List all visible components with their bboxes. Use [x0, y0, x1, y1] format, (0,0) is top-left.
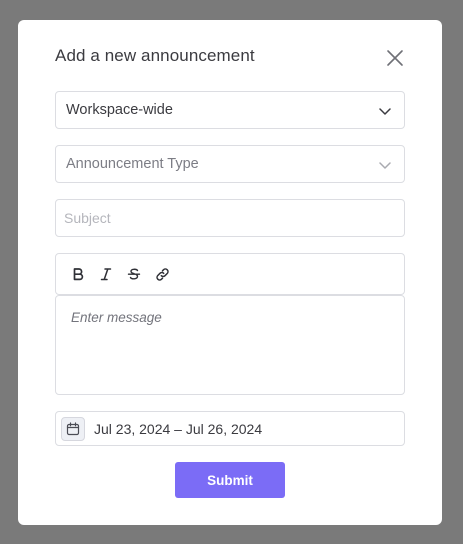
chevron-down-icon [379, 162, 391, 169]
calendar-icon [66, 421, 80, 435]
close-icon [387, 50, 403, 66]
announcement-type-select[interactable]: Announcement Type [55, 145, 405, 183]
submit-button[interactable]: Submit [175, 462, 285, 498]
link-icon [155, 267, 169, 281]
chevron-down-icon [379, 108, 391, 115]
scope-select-value: Workspace-wide [66, 102, 173, 118]
calendar-button[interactable] [61, 416, 85, 441]
date-range-value: Jul 23, 2024 – Jul 26, 2024 [94, 420, 263, 437]
editor-toolbar [55, 253, 405, 295]
bold-button[interactable] [66, 262, 90, 286]
scope-select[interactable]: Workspace-wide [55, 91, 405, 129]
subject-input[interactable] [55, 199, 405, 237]
italic-icon [100, 268, 112, 281]
message-editor[interactable] [55, 295, 405, 395]
announcement-type-placeholder: Announcement Type [66, 156, 199, 172]
dialog-title: Add a new announcement [55, 46, 255, 65]
bold-icon [73, 268, 84, 281]
strikethrough-icon [127, 268, 141, 280]
strikethrough-button[interactable] [122, 262, 146, 286]
date-range-picker[interactable]: Jul 23, 2024 – Jul 26, 2024 [55, 411, 405, 446]
link-button[interactable] [150, 262, 174, 286]
italic-button[interactable] [94, 262, 118, 286]
close-button[interactable] [384, 47, 406, 69]
announcement-dialog: Add a new announcement Workspace-wide An… [18, 20, 442, 525]
